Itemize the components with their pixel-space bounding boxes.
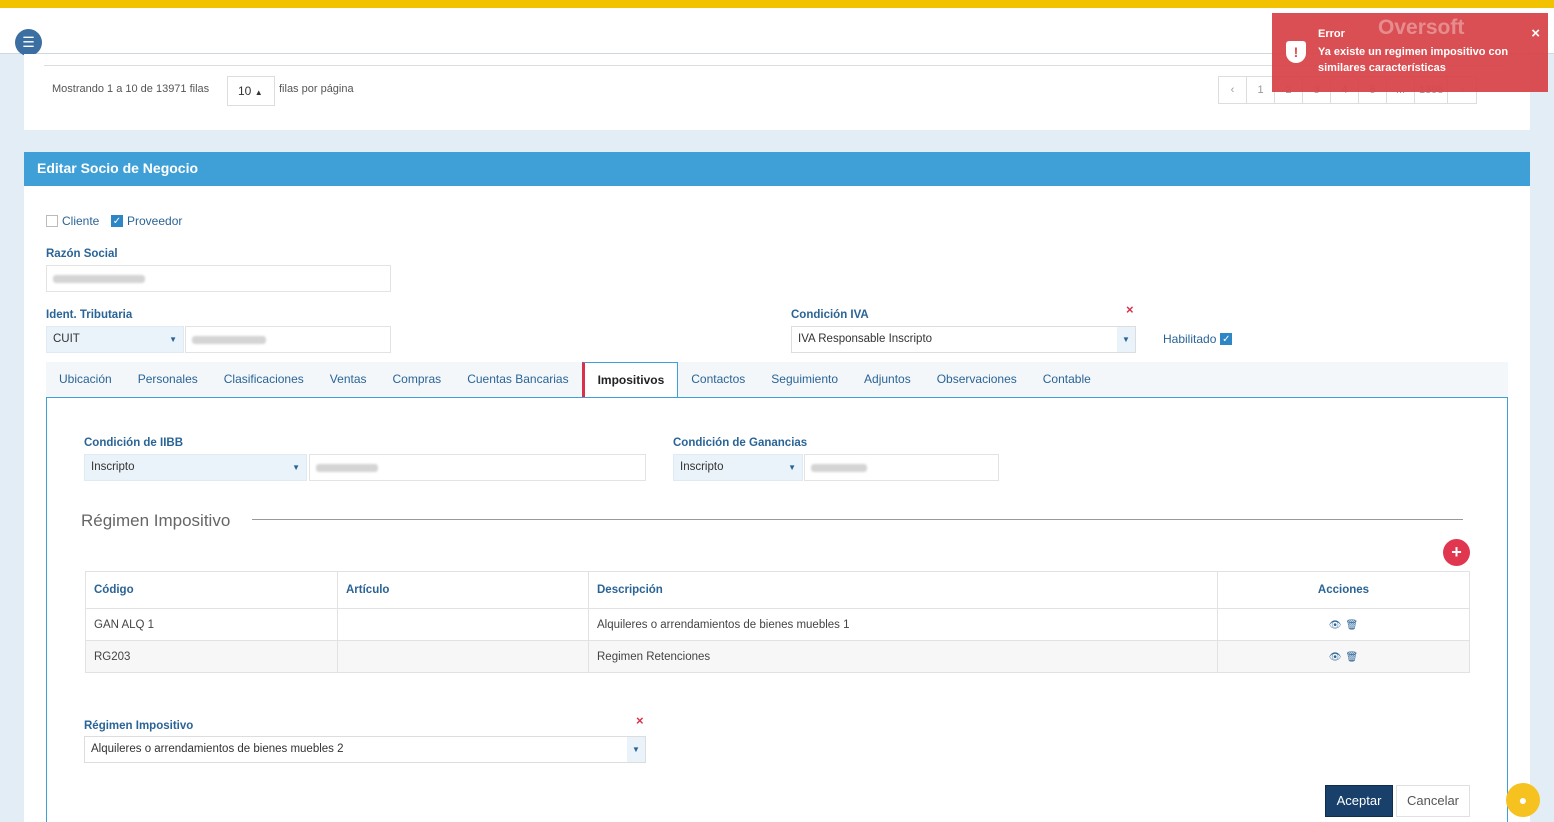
page-prev[interactable]: ‹ bbox=[1219, 77, 1247, 103]
habilitado-checkbox[interactable]: Habilitado ✓ bbox=[1163, 332, 1233, 346]
tab-cuentas-bancarias[interactable]: Cuentas Bancarias bbox=[454, 362, 581, 398]
brand-logo: Oversoft bbox=[1378, 16, 1465, 39]
toast-title: Error bbox=[1318, 28, 1345, 40]
tab-ubicacion[interactable]: Ubicación bbox=[46, 362, 125, 398]
chat-icon[interactable]: ● bbox=[1506, 783, 1540, 817]
accept-button[interactable]: Aceptar bbox=[1325, 785, 1393, 817]
tab-bar: Ubicación Personales Clasificaciones Ven… bbox=[46, 362, 1508, 399]
condicion-iva-label: Condición IVA bbox=[791, 309, 869, 321]
eye-icon[interactable]: 👁 bbox=[1329, 652, 1342, 663]
ganancias-select[interactable]: Inscripto ▼ bbox=[673, 454, 803, 481]
chevron-down-icon: ▼ bbox=[169, 335, 177, 344]
col-descripcion: Descripción bbox=[588, 571, 1218, 609]
edit-partner-card: Editar Socio de Negocio Cliente ✓ Provee… bbox=[24, 152, 1530, 822]
add-regimen-button[interactable]: + bbox=[1443, 539, 1470, 566]
regimen-table: Código Artículo Descripción Acciones GAN… bbox=[85, 571, 1470, 673]
regimen-label: Régimen Impositivo bbox=[84, 720, 194, 732]
redacted-value bbox=[811, 464, 867, 472]
chevron-down-icon: ▼ bbox=[292, 463, 300, 472]
ganancias-numero-input[interactable] bbox=[804, 454, 999, 481]
ident-tipo-select[interactable]: CUIT ▼ bbox=[46, 326, 184, 353]
close-icon[interactable]: × bbox=[1531, 25, 1540, 42]
iibb-numero-input[interactable] bbox=[309, 454, 646, 481]
tab-observaciones[interactable]: Observaciones bbox=[924, 362, 1030, 398]
cliente-checkbox[interactable]: Cliente bbox=[46, 214, 99, 228]
regimen-select[interactable]: Alquileres o arrendamientos de bienes mu… bbox=[84, 736, 646, 763]
col-articulo: Artículo bbox=[337, 571, 589, 609]
eye-icon[interactable]: 👁 bbox=[1329, 620, 1342, 631]
error-toast: Oversoft Error ! Ya existe un regimen im… bbox=[1272, 13, 1548, 92]
checkbox-checked-icon: ✓ bbox=[111, 215, 123, 227]
checkbox-unchecked-icon bbox=[46, 215, 58, 227]
iibb-select[interactable]: Inscripto ▼ bbox=[84, 454, 307, 481]
alert-shield-icon: ! bbox=[1286, 41, 1306, 63]
ident-tributaria-label: Ident. Tributaria bbox=[46, 309, 133, 321]
chevron-down-icon: ▼ bbox=[1117, 327, 1135, 352]
col-codigo: Código bbox=[85, 571, 338, 609]
tab-ventas[interactable]: Ventas bbox=[317, 362, 380, 398]
tab-contable[interactable]: Contable bbox=[1030, 362, 1104, 398]
redacted-value bbox=[316, 464, 378, 472]
ident-numero-input[interactable] bbox=[185, 326, 391, 353]
chevron-down-icon: ▼ bbox=[788, 463, 796, 472]
redacted-value bbox=[192, 336, 266, 344]
tab-personales[interactable]: Personales bbox=[125, 362, 211, 398]
tab-seguimiento[interactable]: Seguimiento bbox=[758, 362, 851, 398]
section-divider bbox=[252, 519, 1463, 520]
page-1[interactable]: 1 bbox=[1247, 77, 1275, 103]
top-accent-bar bbox=[0, 0, 1554, 8]
tab-contactos[interactable]: Contactos bbox=[678, 362, 758, 398]
tab-adjuntos[interactable]: Adjuntos bbox=[851, 362, 924, 398]
pager-info: Mostrando 1 a 10 de 13971 filas bbox=[52, 83, 210, 95]
clear-icon[interactable]: × bbox=[636, 713, 644, 728]
table-row: RG203 Regimen Retenciones 👁 🗑 bbox=[85, 640, 1470, 673]
razon-social-label: Razón Social bbox=[46, 248, 118, 260]
ganancias-label: Condición de Ganancias bbox=[673, 437, 808, 449]
col-acciones: Acciones bbox=[1217, 571, 1470, 609]
rows-per-page-select[interactable]: 10 ▲ bbox=[227, 76, 275, 106]
panel-title: Editar Socio de Negocio bbox=[24, 152, 1530, 186]
chevron-down-icon: ▼ bbox=[627, 737, 645, 762]
tab-compras[interactable]: Compras bbox=[380, 362, 455, 398]
section-title: Régimen Impositivo bbox=[81, 511, 231, 530]
redacted-value bbox=[53, 275, 145, 283]
trash-icon[interactable]: 🗑 bbox=[1346, 652, 1359, 663]
trash-icon[interactable]: 🗑 bbox=[1346, 620, 1359, 631]
razon-social-input[interactable] bbox=[46, 265, 391, 292]
clear-icon[interactable]: × bbox=[1126, 302, 1134, 317]
toast-message: Ya existe un regimen impositivo con simi… bbox=[1318, 46, 1509, 74]
tab-clasificaciones[interactable]: Clasificaciones bbox=[211, 362, 317, 398]
table-row: GAN ALQ 1 Alquileres o arrendamientos de… bbox=[85, 608, 1470, 641]
hamburger-icon[interactable]: ☰ bbox=[15, 29, 42, 56]
tab-impositivos[interactable]: Impositivos bbox=[581, 362, 679, 399]
checkbox-checked-icon: ✓ bbox=[1220, 333, 1233, 345]
condicion-iva-select[interactable]: IVA Responsable Inscripto ▼ bbox=[791, 326, 1136, 353]
caret-up-icon: ▲ bbox=[254, 88, 263, 97]
proveedor-checkbox[interactable]: ✓ Proveedor bbox=[111, 214, 182, 228]
rows-per-page-label: filas por página bbox=[279, 83, 354, 95]
cancel-button[interactable]: Cancelar bbox=[1396, 785, 1470, 817]
iibb-label: Condición de IIBB bbox=[84, 437, 184, 449]
